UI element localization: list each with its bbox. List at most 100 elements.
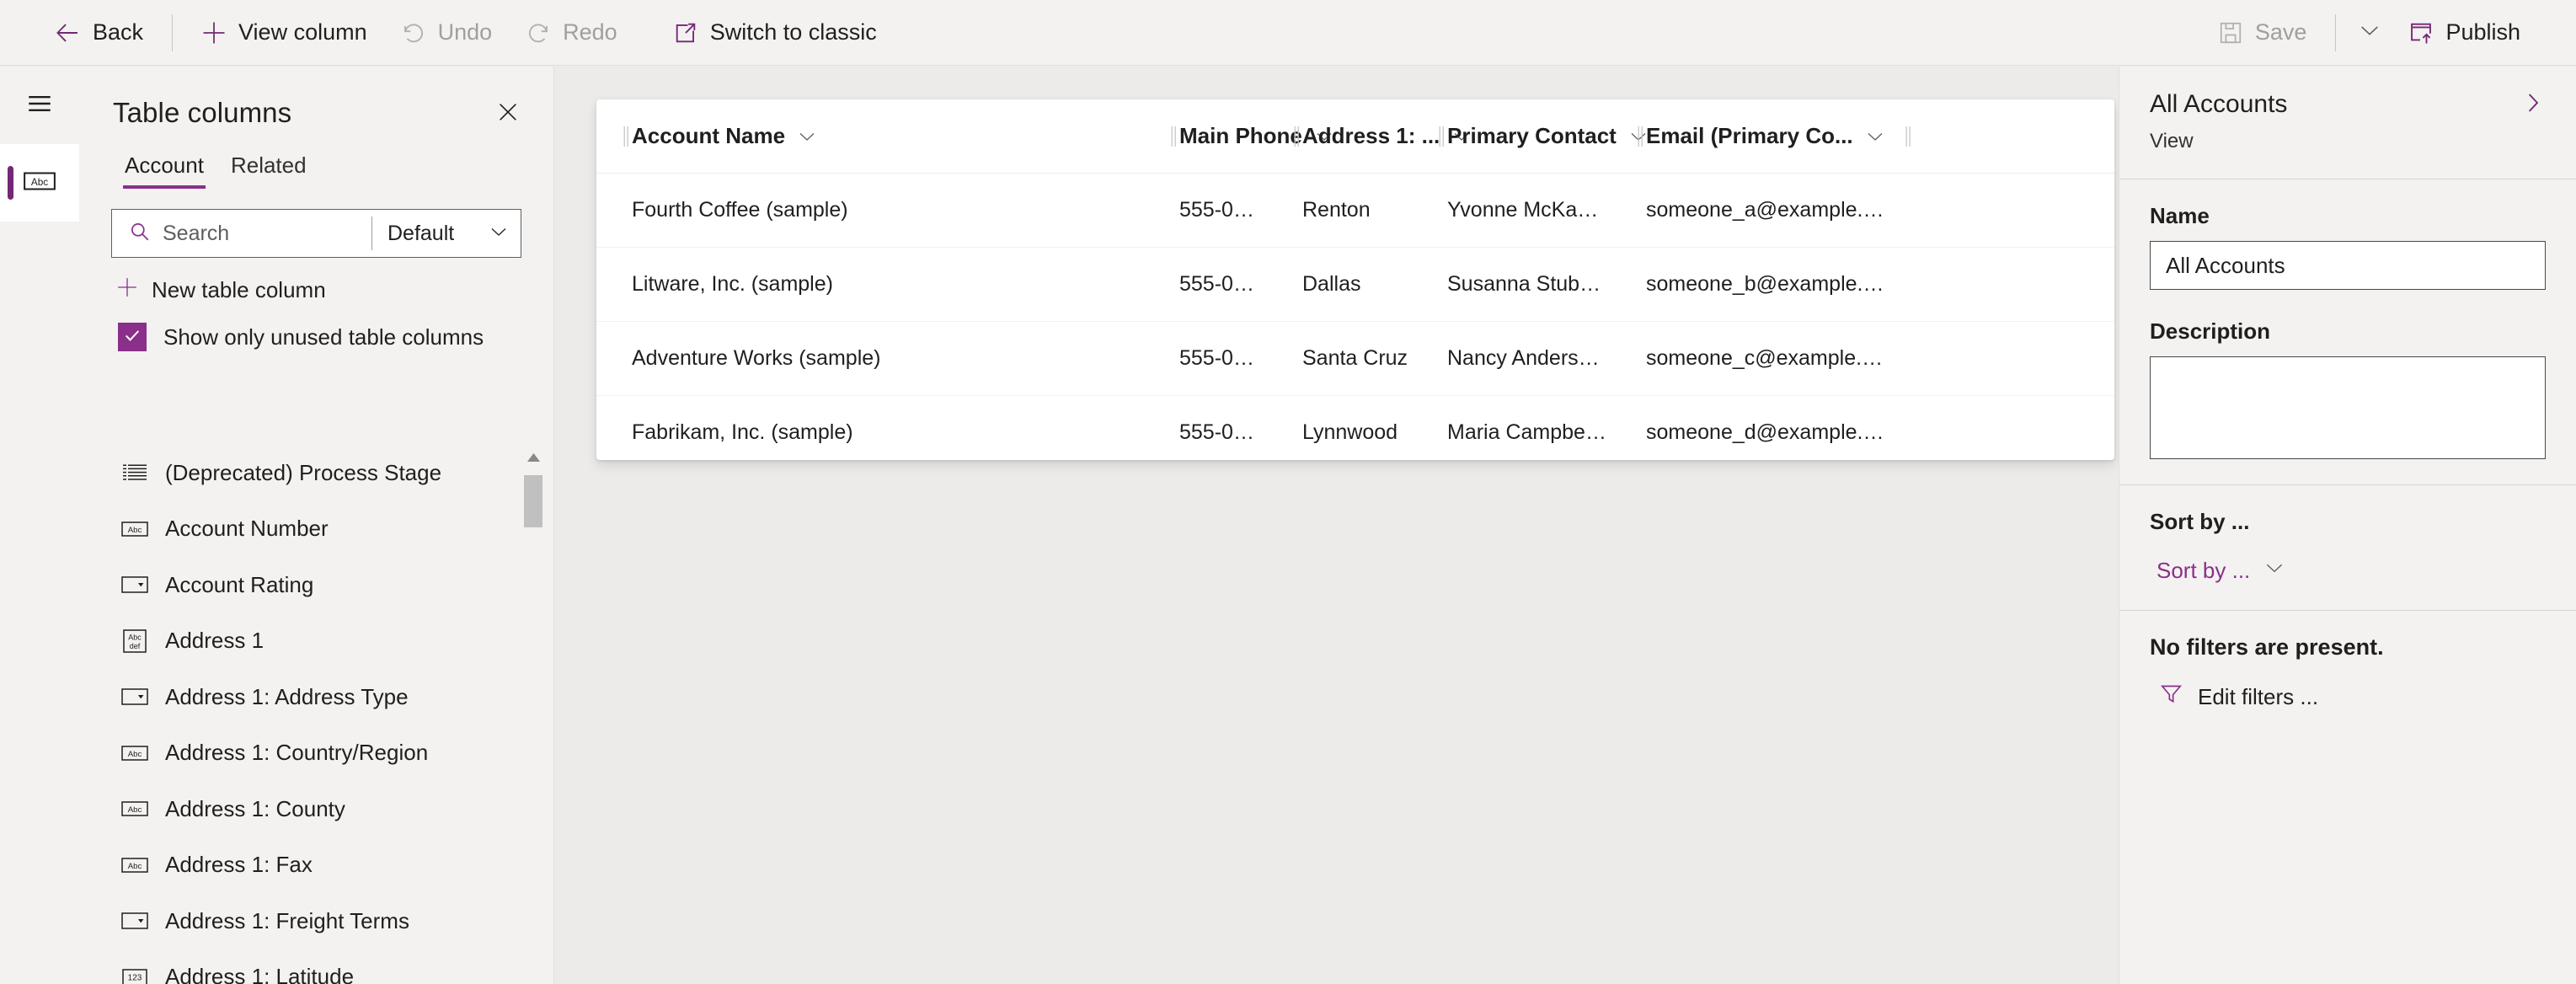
sort-by-dropdown[interactable]: Sort by ... xyxy=(2156,557,2546,585)
table-column-list-item-label: Address 1: Freight Terms xyxy=(165,907,409,933)
grid-cell[interactable]: Susanna Stubberod (samp... xyxy=(1419,272,1617,297)
grid-cell[interactable]: Santa Cruz xyxy=(1274,346,1419,371)
view-column-button[interactable]: View column xyxy=(184,7,384,59)
grid-column-header[interactable]: Primary Contact xyxy=(1419,99,1646,174)
table-column-list-item-label: Account Number xyxy=(165,516,329,542)
table-columns-search-bar: Search Default xyxy=(111,209,521,258)
command-bar-right-group: Save Publish xyxy=(2201,7,2576,59)
table-column-list-item-label: Address 1: Latitude xyxy=(165,964,355,984)
search-filter-dropdown[interactable]: Default xyxy=(372,210,521,257)
grid-cell[interactable]: Yvonne McKay (sample) xyxy=(1419,198,1617,222)
redo-button[interactable]: Redo xyxy=(509,7,634,59)
grid-cell[interactable]: Fabrikam, Inc. (sample) xyxy=(596,420,1151,445)
column-resize-grip-icon xyxy=(1902,126,1914,147)
grid-row[interactable]: Fabrikam, Inc. (sample) 555-0153 Lynnwood M… xyxy=(596,396,2114,460)
grid-column-header[interactable]: Address 1: ... xyxy=(1274,99,1469,174)
close-panel-button[interactable] xyxy=(491,97,525,131)
grid-column-header[interactable]: Main Phone xyxy=(1151,99,1332,174)
properties-header-section: All Accounts View xyxy=(2119,67,2576,179)
scrollbar-thumb[interactable] xyxy=(524,475,542,527)
expand-properties-button[interactable] xyxy=(2520,90,2546,120)
tab-related-label: Related xyxy=(230,152,307,178)
grid-cell[interactable]: someone_d@example.com xyxy=(1617,420,1895,445)
back-button[interactable]: Back xyxy=(39,7,160,59)
grid-column-header[interactable]: Email (Primary Co... xyxy=(1617,99,1895,174)
grid-cell[interactable]: Fourth Coffee (sample) xyxy=(596,198,1151,222)
show-only-unused-checkbox[interactable]: Show only unused table columns xyxy=(118,323,553,351)
table-column-list-item[interactable]: Address 1: Freight Terms xyxy=(111,893,553,949)
command-bar: Back View column Undo Redo Switch to cla… xyxy=(0,0,2576,66)
undo-button-label: Undo xyxy=(437,19,493,45)
multiline-text-icon xyxy=(121,459,148,486)
undo-button[interactable]: Undo xyxy=(384,7,510,59)
svg-text:Abc: Abc xyxy=(128,526,142,535)
grid-cell[interactable]: someone_b@example.com xyxy=(1617,272,1895,297)
chevron-down-icon xyxy=(2358,19,2381,46)
tab-account[interactable]: Account xyxy=(111,152,217,189)
column-resize-grip[interactable] xyxy=(1634,126,1646,147)
grid-cell[interactable]: Adventure Works (sample) xyxy=(596,346,1151,371)
grid-cell[interactable]: 555-0153 xyxy=(1151,420,1274,445)
table-column-list-item-label: Address 1: Country/Region xyxy=(165,740,429,766)
abcdef-multiline-icon: Abc def xyxy=(121,628,148,655)
grid-cell[interactable]: someone_c@example.com xyxy=(1617,346,1895,371)
search-filter-value: Default xyxy=(387,221,455,245)
grid-cell[interactable]: Lynnwood xyxy=(1274,420,1419,445)
no-filters-label: No filters are present. xyxy=(2150,634,2384,660)
name-input[interactable]: All Accounts xyxy=(2150,241,2546,290)
table-column-list-item[interactable]: (Deprecated) Process Stage xyxy=(111,445,553,501)
name-field-label: Name xyxy=(2150,203,2210,228)
svg-text:def: def xyxy=(130,642,141,650)
table-column-list-item[interactable]: Abc Address 1: County xyxy=(111,781,553,837)
table-column-list-item[interactable]: 123 Address 1: Latitude xyxy=(111,949,553,984)
grid-row[interactable]: Fourth Coffee (sample) 555-0150 Renton Yvon… xyxy=(596,174,2114,248)
table-column-list-item-label: (Deprecated) Process Stage xyxy=(165,459,442,485)
save-button[interactable]: Save xyxy=(2201,7,2324,59)
hamburger-menu-button[interactable] xyxy=(0,67,79,144)
svg-text:Abc: Abc xyxy=(128,805,142,815)
table-column-list-item[interactable]: Abc Address 1: Country/Region xyxy=(111,725,553,782)
abc-text-icon: Abc xyxy=(121,852,148,879)
chevron-down-icon[interactable] xyxy=(797,126,817,147)
description-input[interactable] xyxy=(2150,356,2546,459)
publish-button[interactable]: Publish xyxy=(2392,7,2537,59)
grid-cell[interactable]: someone_a@example.com xyxy=(1617,198,1895,222)
column-resize-grip[interactable] xyxy=(1168,126,1179,147)
funnel-filter-icon xyxy=(2160,682,2183,711)
column-resize-grip[interactable] xyxy=(620,126,632,147)
chevron-down-icon[interactable] xyxy=(1865,126,1885,147)
column-resize-grip[interactable] xyxy=(1291,126,1302,147)
tab-related[interactable]: Related xyxy=(217,152,320,189)
table-column-list-item[interactable]: Abc def Address 1 xyxy=(111,613,553,670)
table-column-list-item[interactable]: Address 1: Address Type xyxy=(111,669,553,725)
table-column-list-item[interactable]: Abc Account Number xyxy=(111,501,553,558)
column-resize-grip[interactable] xyxy=(1895,99,1929,174)
grid-cell[interactable]: Renton xyxy=(1274,198,1419,222)
table-column-list-item-label: Address 1: Address Type xyxy=(165,683,409,709)
grid-row[interactable]: Litware, Inc. (sample) 555-0151 Dallas Susa… xyxy=(596,248,2114,322)
grid-cell[interactable]: Maria Campbell (sample) xyxy=(1419,420,1617,445)
edit-filters-button[interactable]: Edit filters ... xyxy=(2160,682,2546,711)
grid-column-header[interactable]: Account Name xyxy=(596,99,1151,174)
table-column-list-item[interactable]: Account Rating xyxy=(111,557,553,613)
external-link-icon xyxy=(673,20,698,45)
new-table-column-button[interactable]: New table column xyxy=(116,276,553,304)
save-dropdown-button[interactable] xyxy=(2348,7,2392,59)
publish-icon xyxy=(2408,20,2434,45)
grid-cell[interactable]: 555-0151 xyxy=(1151,272,1274,297)
table-column-list-item[interactable]: Abc Address 1: Fax xyxy=(111,837,553,894)
grid-cell[interactable]: 555-0150 xyxy=(1151,198,1274,222)
grid-cell[interactable]: Nancy Anderson (sample) xyxy=(1419,346,1617,371)
column-resize-grip[interactable] xyxy=(1435,126,1447,147)
grid-column-header-label: Primary Contact xyxy=(1447,123,1617,148)
grid-cell[interactable]: 555-0152 xyxy=(1151,346,1274,371)
search-input[interactable]: Search xyxy=(112,210,371,257)
grid-row[interactable]: Adventure Works (sample) 555-0152 Santa Cr… xyxy=(596,322,2114,396)
rail-item-columns[interactable]: Abc xyxy=(0,144,79,222)
grid-body: Fourth Coffee (sample) 555-0150 Renton Yvon… xyxy=(596,174,2114,460)
switch-to-classic-button[interactable]: Switch to classic xyxy=(656,7,894,59)
grid-cell[interactable]: Litware, Inc. (sample) xyxy=(596,272,1151,297)
caret-up-icon[interactable] xyxy=(526,452,541,467)
grid-cell[interactable]: Dallas xyxy=(1274,272,1419,297)
table-columns-scrollbar[interactable] xyxy=(524,445,542,984)
